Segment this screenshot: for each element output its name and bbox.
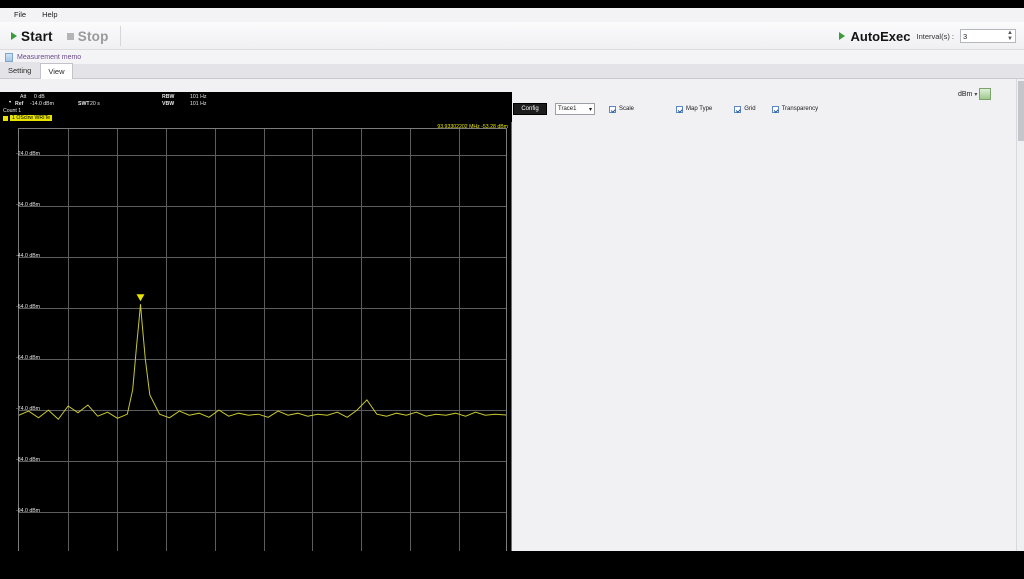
chevron-down-icon[interactable]: ▾ <box>974 91 977 98</box>
marker-triangle-icon <box>136 294 145 302</box>
tab-setting[interactable]: Setting <box>0 62 41 78</box>
heatmap-control-row: Config Trace1 ▾ Scale Map Type Grid Tran… <box>512 100 1024 118</box>
toolbar-divider <box>119 26 121 46</box>
menu-help[interactable]: Help <box>34 8 65 22</box>
checkbox-icon[interactable] <box>771 105 779 113</box>
vertical-scrollbar[interactable] <box>1016 79 1024 551</box>
trace-curve <box>19 294 506 421</box>
checkbox-scale-label: Scale <box>619 106 635 112</box>
measurement-memo-row[interactable]: Measurement memo <box>0 50 1024 64</box>
chevron-down-icon[interactable]: ▾ <box>589 106 592 113</box>
ref-value: -14.0 dBm <box>30 101 54 107</box>
tab-strip: Setting View <box>0 62 1024 79</box>
y-axis-tick-label: -64.0 dBm <box>16 355 40 361</box>
spectrum-plot[interactable] <box>18 128 507 579</box>
stop-icon <box>66 32 74 40</box>
y-axis-tick-label: -24.0 dBm <box>16 150 40 157</box>
unit-label: dBm <box>958 90 973 98</box>
content-area: Att 0 dB RBW 101 Hz • Ref -14.0 dBm SWT … <box>0 79 1024 579</box>
heatmap-panel: dBm ▾ Config Trace1 ▾ Scale Map Type Gri… <box>512 79 1024 551</box>
stop-button[interactable]: Stop <box>60 23 116 49</box>
y-axis-tick-label: -54.0 dBm <box>16 303 40 310</box>
main-window: File Help Start Stop AutoExec Interval(s… <box>0 8 1024 579</box>
spectrum-header: Att 0 dB RBW 101 Hz • Ref -14.0 dBm SWT … <box>0 92 512 122</box>
unit-selector[interactable]: dBm ▾ <box>958 87 1022 101</box>
checkbox-icon[interactable] <box>609 105 616 113</box>
y-axis-tick-label: -44.0 dBm <box>16 252 40 259</box>
scrollbar-thumb[interactable] <box>1018 81 1024 141</box>
trace-select-value: Trace1 <box>558 106 577 112</box>
vbw-value: 101 Hz <box>190 101 207 107</box>
trace-legend[interactable]: 1 OSclrw WRITe <box>3 115 53 121</box>
main-toolbar: Start Stop AutoExec Interval(s) : 3 ▲ ▼ <box>0 22 1024 50</box>
start-button[interactable]: Start <box>4 23 60 49</box>
trace-legend-label: 1 OSclrw WRITe <box>10 115 53 121</box>
autoexec-play-icon <box>838 32 845 40</box>
checkbox-map-type-label: Map Type <box>686 106 713 112</box>
rbw-label: RBW <box>162 94 175 100</box>
application-window: File Help Start Stop AutoExec Interval(s… <box>0 0 1024 579</box>
spinner-arrows-icon[interactable]: ▲ ▼ <box>1007 30 1013 42</box>
sweep-count: Count 1 <box>3 108 22 114</box>
swt-label: SWT <box>78 101 90 107</box>
start-button-label: Start <box>21 28 53 44</box>
trace-color-swatch <box>3 115 8 121</box>
play-icon <box>11 32 17 40</box>
y-axis-tick-label: -34.0 dBm <box>16 201 40 208</box>
spectrum-analyzer-panel: Att 0 dB RBW 101 Hz • Ref -14.0 dBm SWT … <box>0 92 512 579</box>
ref-marker-icon: • <box>9 100 12 106</box>
measurement-memo-label: Measurement memo <box>17 53 82 61</box>
tab-view[interactable]: View <box>40 63 74 79</box>
checkbox-icon[interactable] <box>734 105 742 113</box>
y-axis-tick-label: -84.0 dBm <box>16 457 40 464</box>
vbw-label: VBW <box>162 101 175 107</box>
menu-file[interactable]: File <box>6 8 34 22</box>
checkbox-grid[interactable]: Grid <box>734 105 756 113</box>
autoexec-button[interactable]: AutoExec <box>851 29 911 44</box>
config-button[interactable]: Config <box>513 103 547 115</box>
checkbox-icon[interactable] <box>676 105 684 113</box>
interval-spinner[interactable]: 3 ▲ ▼ <box>960 29 1016 43</box>
att-value: 0 dB <box>34 94 45 100</box>
rbw-value: 101 Hz <box>190 94 207 100</box>
screen-top-letterbox <box>0 0 1024 8</box>
memo-icon <box>5 52 13 62</box>
checkbox-scale[interactable]: Scale <box>609 105 635 113</box>
menu-bar: File Help <box>0 8 1024 22</box>
interval-label: Interval(s) : <box>916 31 954 41</box>
interval-value: 3 <box>963 31 968 41</box>
y-axis-tick-label: -94.0 dBm <box>16 508 40 515</box>
ref-label: Ref <box>15 101 24 107</box>
checkbox-map-type[interactable]: Map Type <box>676 105 713 113</box>
screen-bottom-letterbox <box>0 551 1024 579</box>
checkbox-transparency[interactable]: Transparency <box>771 105 819 113</box>
att-label: Att <box>20 94 27 100</box>
stop-button-label: Stop <box>77 28 109 44</box>
y-axis-tick-label: -74.0 dBm <box>16 406 40 413</box>
palette-icon[interactable] <box>979 88 992 100</box>
checkbox-transparency-label: Transparency <box>781 106 819 112</box>
swt-value: 20 s <box>90 101 100 107</box>
trace-select[interactable]: Trace1 ▾ <box>555 103 595 115</box>
checkbox-grid-label: Grid <box>744 106 756 112</box>
